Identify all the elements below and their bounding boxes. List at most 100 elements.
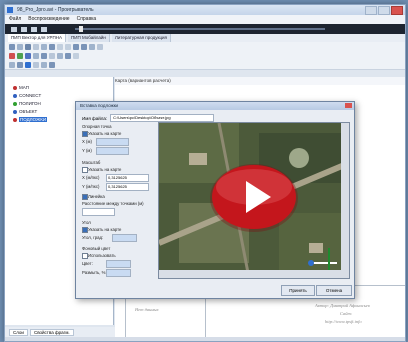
layer-dot-icon (13, 93, 17, 98)
new-icon[interactable] (9, 43, 15, 50)
ruler-label: Линейка (88, 194, 105, 199)
layer-dot-icon (13, 109, 17, 114)
stop-control-icon[interactable] (21, 26, 27, 32)
file-path-field[interactable]: C:\Users\pc\Desktop\Объект.jpg (110, 114, 215, 122)
origin-section-label: Опорная точка (82, 124, 112, 129)
tab-vector[interactable]: ПИП Вектор для УРПНА (8, 34, 67, 42)
document-tabs: ПИП Вектор для УРПНА ПИП Мобайлайн Литер… (5, 34, 405, 42)
menu-file[interactable]: Файл (9, 15, 21, 24)
tree-item[interactable]: ПОЛИГОН (13, 101, 41, 106)
prev-control-icon[interactable] (31, 26, 37, 32)
zoom-in-icon[interactable] (73, 43, 79, 50)
maximize-button[interactable] (378, 6, 390, 15)
satellite-preview[interactable] (158, 122, 350, 279)
y-size-label: Y (м/пкс) (82, 184, 100, 189)
paste-icon[interactable] (49, 43, 55, 50)
play-button-icon[interactable] (209, 163, 299, 233)
layer-dot-icon (13, 101, 17, 106)
tab-fragment-properties[interactable]: Свойства фрагм. (29, 328, 74, 336)
text-icon[interactable] (49, 52, 55, 59)
tree-item-selected[interactable]: ПОДЛОЖКИ (13, 117, 48, 122)
y-label: Y (м) (82, 148, 92, 153)
toolbar-draw (5, 60, 405, 70)
measure-icon[interactable] (41, 52, 47, 59)
distance-input[interactable] (82, 208, 115, 216)
play-control-icon[interactable] (11, 26, 17, 32)
pan-icon[interactable] (89, 43, 95, 50)
menu-help[interactable]: Справка (77, 15, 97, 24)
window-controls (365, 6, 403, 15)
x-input[interactable] (96, 138, 129, 146)
point-icon[interactable] (73, 52, 79, 59)
minimize-button[interactable] (365, 6, 377, 15)
layer-blue-icon[interactable] (25, 52, 31, 59)
angle-label: Угол, град: (82, 235, 104, 240)
ruler-icon[interactable] (41, 61, 47, 68)
menu-playback[interactable]: Воспроизведение (28, 15, 69, 24)
file-label: Имя файла: (82, 115, 108, 121)
tree-item[interactable]: ОБЪЕКТ (13, 109, 37, 114)
select-icon[interactable] (97, 43, 103, 50)
tree-item[interactable]: CONNECT (13, 93, 41, 98)
blur-input[interactable] (106, 269, 131, 277)
save-icon[interactable] (25, 43, 31, 50)
insert-underlay-dialog: Вставка подложки Имя файла: C:\Users\pc\… (75, 101, 355, 299)
image-insert-icon[interactable] (25, 61, 31, 68)
circle-icon[interactable] (33, 61, 39, 68)
next-control-icon[interactable] (41, 26, 47, 32)
scale-on-map-label: Указать на карте (88, 167, 122, 172)
bottom-tabs: Слои Свойства фрагм. (5, 327, 117, 337)
undo-icon[interactable] (57, 43, 63, 50)
accept-button[interactable]: Принять (281, 285, 315, 296)
origin-on-map-label: Указать на карте (88, 131, 122, 136)
angle-input[interactable] (112, 234, 137, 242)
tab-mobile[interactable]: ПИП Мобайлайн (68, 34, 110, 42)
scale-section-label: Масштаб (82, 160, 101, 165)
zoom-out-icon[interactable] (81, 43, 87, 50)
layer-dot-icon (13, 85, 17, 90)
background-color-label: Фоновый цвет (82, 246, 111, 251)
layer-green-icon[interactable] (17, 52, 23, 59)
line-icon[interactable] (65, 52, 71, 59)
site-url: http://www.tpsft.info (325, 319, 362, 324)
menu-bar: Файл Воспроизведение Справка (5, 15, 405, 24)
layer-dot-icon (13, 117, 17, 122)
open-icon[interactable] (17, 43, 23, 50)
dialog-title: Вставка подложки (80, 103, 119, 108)
seek-knob[interactable] (79, 26, 83, 32)
close-button[interactable] (391, 6, 403, 15)
file-row: Имя файла: C:\Users\pc\Desktop\Объект.jp… (82, 114, 215, 122)
redo-icon[interactable] (65, 43, 71, 50)
left-note: Нет данных (135, 307, 159, 312)
polygon-icon[interactable] (57, 52, 63, 59)
cut-icon[interactable] (33, 43, 39, 50)
rotate-icon[interactable] (49, 61, 55, 68)
blur-label: Размыть, %: (82, 270, 107, 275)
site-label: Сайт: (340, 311, 353, 316)
y-size-input[interactable]: 0,3125625 (106, 183, 149, 191)
y-input[interactable] (96, 147, 129, 155)
tree-item[interactable]: МАП (13, 85, 29, 90)
arrow-icon[interactable] (9, 61, 15, 68)
tab-literature[interactable]: Литературная продукция (111, 34, 171, 42)
angle-on-map-label: Указать на карте (88, 227, 122, 232)
window-title: 98_Pro_Jpro.avi - Проигрыватель (17, 7, 94, 13)
x-size-input[interactable]: 0,3125625 (106, 174, 149, 182)
title-bar: 98_Pro_Jpro.avi - Проигрыватель (5, 5, 405, 15)
seek-slider[interactable] (75, 28, 325, 30)
x-label: X (м) (82, 139, 92, 144)
layer-red-icon[interactable] (9, 52, 15, 59)
x-size-label: X (м/пкс) (82, 175, 100, 180)
use-color-label: Использовать (88, 253, 116, 258)
dialog-close-button[interactable] (345, 103, 352, 108)
angle-section-label: Угол (82, 220, 91, 225)
grid-icon[interactable] (33, 52, 39, 59)
dialog-title-bar: Вставка подложки (76, 102, 354, 110)
copy-icon[interactable] (41, 43, 47, 50)
tab-layers[interactable]: Слои (9, 328, 28, 336)
cancel-button[interactable]: Отмена (316, 285, 352, 296)
media-controls (5, 24, 405, 34)
color-picker[interactable] (106, 260, 131, 268)
distance-label: Расстояние между точками (м) (82, 201, 144, 206)
rect-icon[interactable] (17, 61, 23, 68)
